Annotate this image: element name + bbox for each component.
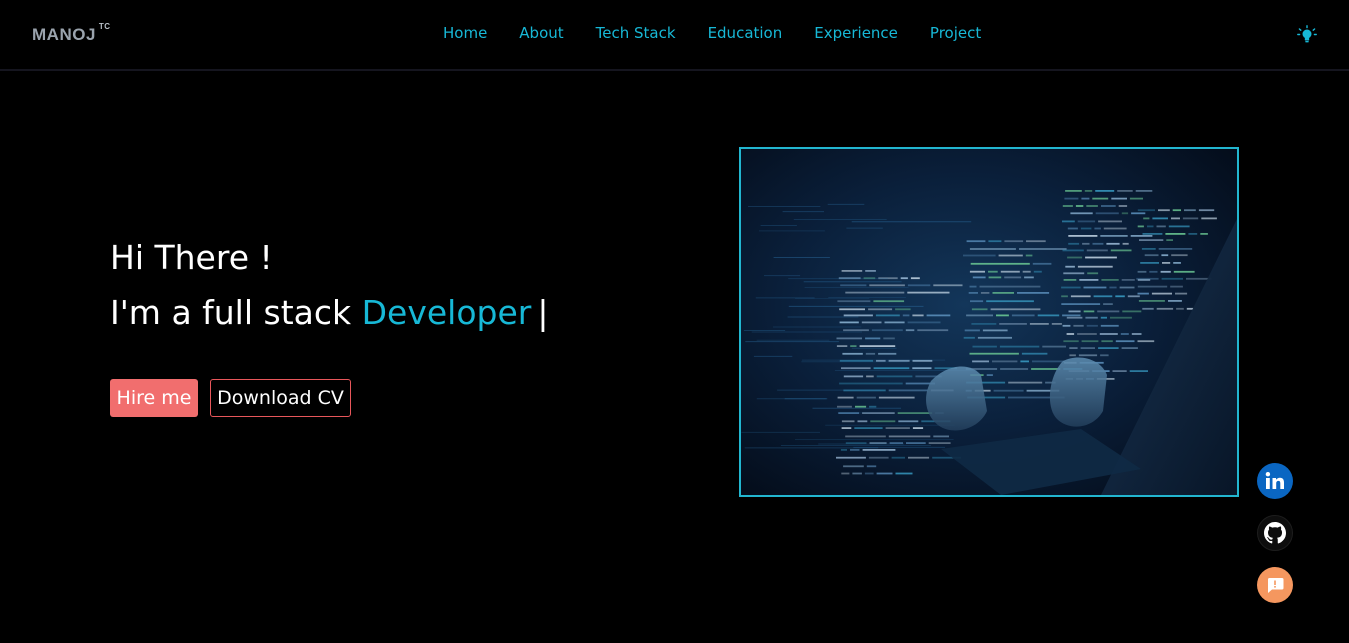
brand-logo[interactable]: MANOJ TC [32,22,111,45]
hero-intro-prefix: I'm a full stack [110,293,362,332]
brand-name: MANOJ [32,25,96,44]
lightbulb-icon[interactable] [1297,25,1317,45]
nav-home-link[interactable]: Home [443,24,487,46]
brand-mark: TC [98,22,111,32]
download-cv-button[interactable]: Download CV [210,379,351,417]
nav-project-link[interactable]: Project [930,24,981,46]
nav-links: Home About Tech Stack Education Experien… [443,24,981,46]
hero-intro: I'm a full stack Developer | [110,284,670,342]
chat-icon[interactable] [1257,567,1293,603]
navbar: MANOJ TC Home About Tech Stack Education … [0,0,1349,71]
nav-experience-link[interactable]: Experience [814,24,898,46]
typing-cursor: | [537,293,549,332]
hero-greeting: Hi There ! [110,238,273,277]
hire-me-button[interactable]: Hire me [110,379,198,417]
nav-education-link[interactable]: Education [708,24,783,46]
github-icon[interactable] [1257,515,1293,551]
nav-about-link[interactable]: About [519,24,563,46]
developer-laptop-code-image [739,147,1239,497]
hero-text: Hi There ! I'm a full stack Developer | [110,232,670,342]
hero-role-typed: Developer [361,293,532,332]
linkedin-icon[interactable] [1257,463,1293,499]
nav-tech-stack-link[interactable]: Tech Stack [596,24,676,46]
